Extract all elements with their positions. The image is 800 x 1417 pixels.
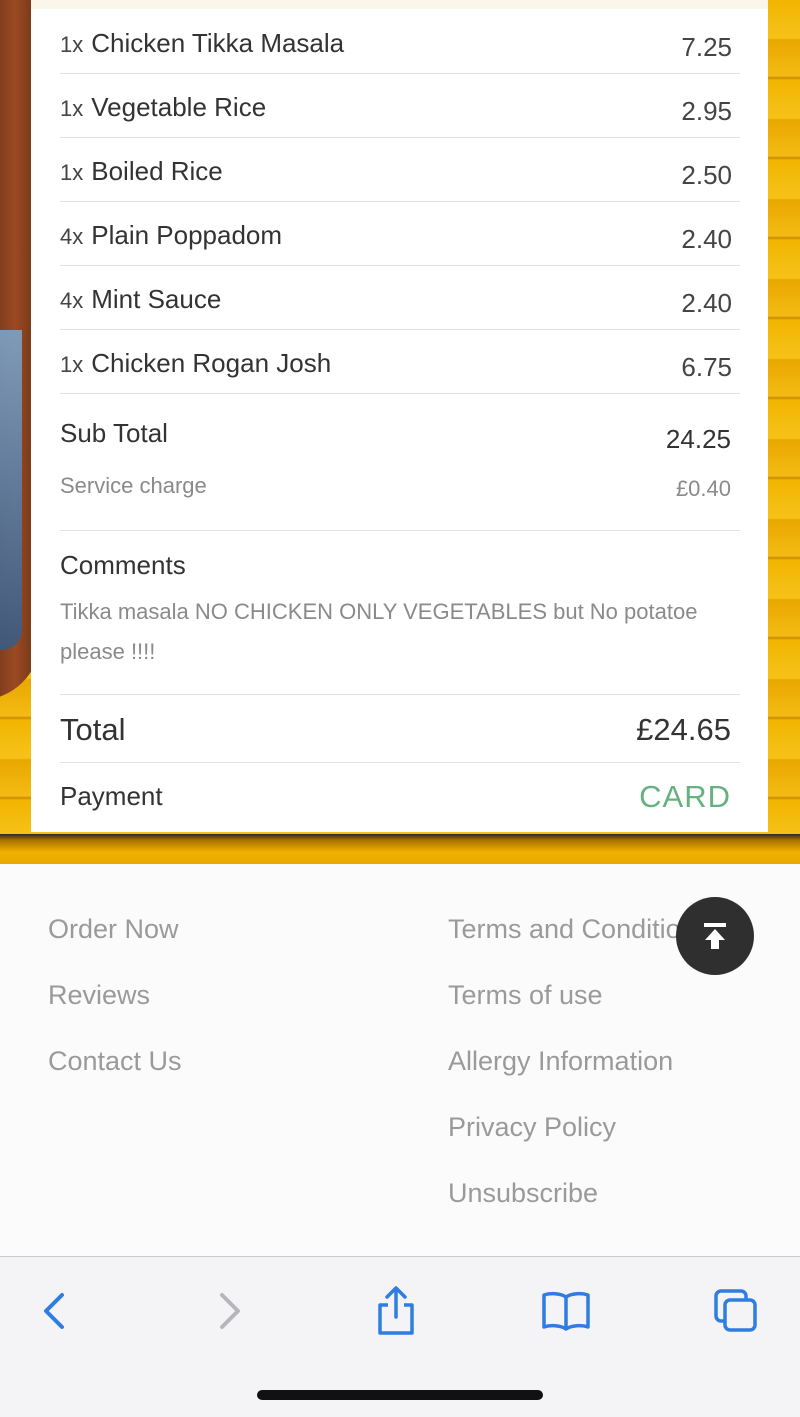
item-name: Chicken Tikka Masala	[91, 28, 345, 58]
divider	[60, 694, 740, 695]
divider	[60, 762, 740, 763]
table-edge	[0, 834, 800, 864]
item-name: Vegetable Rice	[91, 92, 267, 122]
divider	[60, 530, 740, 531]
item-price: 2.50	[681, 160, 732, 190]
item-quantity: 1x	[60, 96, 84, 121]
subtotal-label: Sub Total	[60, 418, 168, 448]
comments-text: Tikka masala NO CHICKEN ONLY VEGETABLES …	[60, 599, 698, 664]
item-quantity: 4x	[60, 224, 84, 249]
order-item-row: 1x Chicken Rogan Josh 6.75	[60, 330, 740, 394]
bookmarks-button[interactable]	[536, 1281, 596, 1341]
comments-label: Comments	[60, 550, 186, 580]
arrow-up-to-top-icon	[704, 923, 726, 949]
item-quantity: 1x	[60, 32, 84, 57]
item-price: 2.40	[681, 224, 732, 254]
bookmarks-icon	[542, 1291, 590, 1331]
total-label: Total	[60, 712, 126, 747]
share-button[interactable]	[366, 1281, 426, 1341]
item-name: Plain Poppadom	[91, 220, 283, 250]
order-item-row: 4x Mint Sauce 2.40	[60, 266, 740, 330]
share-icon	[378, 1286, 414, 1335]
footer-link-terms-of-use[interactable]: Terms of use	[448, 980, 603, 1011]
footer-link-terms-and-conditions[interactable]: Terms and Conditio	[448, 914, 681, 945]
item-name: Chicken Rogan Josh	[91, 348, 332, 378]
service-charge-label: Service charge	[60, 473, 207, 498]
back-button[interactable]	[26, 1281, 86, 1341]
card-top-band	[31, 0, 768, 9]
payment-label: Payment	[60, 781, 163, 811]
tabs-icon	[714, 1289, 757, 1332]
item-quantity: 4x	[60, 288, 84, 313]
footer-link-allergy-information[interactable]: Allergy Information	[448, 1046, 673, 1077]
item-quantity: 1x	[60, 352, 84, 377]
item-price: 2.40	[681, 288, 732, 318]
item-name: Boiled Rice	[91, 156, 223, 186]
item-price: 7.25	[681, 32, 732, 62]
forward-icon	[220, 1293, 240, 1329]
item-name: Mint Sauce	[91, 284, 222, 314]
item-price: 2.95	[681, 96, 732, 126]
back-icon	[44, 1293, 64, 1329]
footer-link-unsubscribe[interactable]: Unsubscribe	[448, 1178, 598, 1209]
total-value: £24.65	[636, 712, 731, 747]
order-item-row: 1x Vegetable Rice 2.95	[60, 74, 740, 138]
service-charge-value: £0.40	[675, 476, 731, 501]
footer-link-privacy-policy[interactable]: Privacy Policy	[448, 1112, 616, 1143]
tabs-button[interactable]	[706, 1281, 766, 1341]
order-receipt-card: 1x Chicken Tikka Masala 7.25 1x Vegetable …	[31, 0, 768, 832]
order-item-row: 1x Chicken Tikka Masala 7.25	[60, 10, 740, 74]
home-indicator	[257, 1390, 543, 1400]
footer-link-reviews[interactable]: Reviews	[48, 980, 150, 1011]
order-item-row: 4x Plain Poppadom 2.40	[60, 202, 740, 266]
order-item-row: 1x Boiled Rice 2.50	[60, 138, 740, 202]
bowl-image-edge	[0, 330, 22, 650]
subtotal-value: 24.25	[665, 424, 731, 454]
footer-link-contact-us[interactable]: Contact Us	[48, 1046, 182, 1077]
scroll-to-top-button[interactable]	[676, 897, 754, 975]
item-quantity: 1x	[60, 160, 84, 185]
item-price: 6.75	[681, 352, 732, 382]
footer-link-order-now[interactable]: Order Now	[48, 914, 179, 945]
payment-method-value: CARD	[639, 779, 731, 814]
forward-button[interactable]	[198, 1281, 258, 1341]
